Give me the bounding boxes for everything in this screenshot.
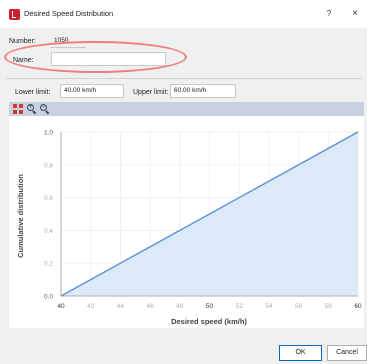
y-tick-label: 1.0 xyxy=(44,130,53,137)
highlight-ellipse xyxy=(4,41,187,73)
chart-area: 40 42 44 46 48 50 52 54 56 58 60 0.0 0.2 0.4 0.6 0.8 1.… xyxy=(9,116,364,328)
zoom-out-icon[interactable]: − xyxy=(39,103,51,115)
cancel-button[interactable]: Cancel xyxy=(327,345,367,361)
divider xyxy=(6,78,362,79)
chart-toolbar: + − xyxy=(9,102,364,116)
x-axis-label: Desired speed (km/h) xyxy=(171,317,247,326)
upper-limit-label: Upper limit: xyxy=(133,89,169,96)
upper-limit-field[interactable]: 60.00 km/h xyxy=(170,84,236,98)
x-tick-label: 44 xyxy=(117,303,125,310)
help-button[interactable]: ? xyxy=(322,7,336,21)
lower-limit-label: Lower limit: xyxy=(15,89,51,96)
x-tick-label: 52 xyxy=(236,303,244,310)
title-bar: Desired Speed Distribution ? × xyxy=(0,0,367,28)
x-tick-label: 60 xyxy=(354,303,362,310)
x-tick-label: 40 xyxy=(57,303,65,310)
x-tick-label: 50 xyxy=(206,303,214,310)
y-tick-label: 0.8 xyxy=(44,162,53,169)
zoom-fit-icon[interactable] xyxy=(12,103,24,115)
distribution-chart: 40 42 44 46 48 50 52 54 56 58 60 0.0 0.2 0.4 0.6 0.8 1.… xyxy=(16,130,362,327)
y-tick-label: 0.0 xyxy=(44,294,53,301)
y-tick-label: 0.2 xyxy=(44,261,53,268)
x-tick-label: 42 xyxy=(87,303,95,310)
y-tick-label: 0.4 xyxy=(44,228,53,235)
zoom-in-icon[interactable]: + xyxy=(26,103,38,115)
y-tick-labels: 0.0 0.2 0.4 0.6 0.8 1.0 xyxy=(44,130,53,301)
x-tick-label: 56 xyxy=(295,303,303,310)
window-title: Desired Speed Distribution xyxy=(24,9,114,18)
number-label: Number: xyxy=(9,38,36,45)
x-tick-label: 54 xyxy=(265,303,273,310)
y-axis-label: Cumulative distribution xyxy=(16,174,25,258)
x-tick-label: 48 xyxy=(176,303,184,310)
close-button[interactable]: × xyxy=(348,7,362,21)
y-tick-label: 0.6 xyxy=(44,195,53,202)
ok-button[interactable]: OK xyxy=(279,345,322,361)
app-logo-icon xyxy=(9,9,20,20)
lower-limit-field[interactable]: 40.00 km/h xyxy=(60,84,124,98)
x-tick-label: 46 xyxy=(146,303,154,310)
x-tick-labels: 40 42 44 46 48 50 52 54 56 58 60 xyxy=(57,303,362,310)
x-tick-label: 58 xyxy=(325,303,333,310)
